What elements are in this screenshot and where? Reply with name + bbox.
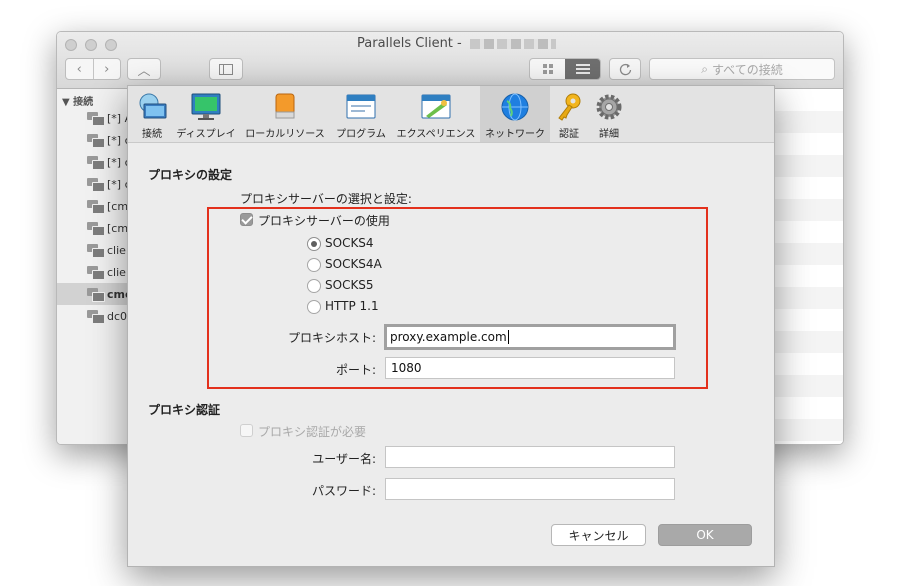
- tab-program-label: プログラム: [336, 129, 386, 140]
- key-icon: [558, 93, 581, 121]
- local-resources-icon: [275, 93, 295, 119]
- sidebar-connection-item[interactable]: [cm: [87, 195, 129, 217]
- tab-program[interactable]: プログラム: [330, 86, 392, 142]
- connection-label: clie: [107, 265, 126, 279]
- gear-icon: [596, 94, 622, 120]
- tab-local-resources-label: ローカルリソース: [245, 129, 325, 140]
- tab-experience-label: エクスペリエンス: [396, 129, 476, 140]
- sidebar-connection-item[interactable]: [*] c: [87, 129, 131, 151]
- auth-required-label: プロキシ認証が必要: [258, 425, 367, 439]
- sidebar-connection-item[interactable]: [*] c: [87, 173, 131, 195]
- minimize-window-button[interactable]: [85, 39, 97, 51]
- nav-forward-button[interactable]: ›: [94, 62, 121, 77]
- window-titlebar: Parallels Client - ‹ › ︿ ⌕ すべての接続: [57, 32, 843, 89]
- tab-local-resources[interactable]: ローカルリソース: [240, 86, 330, 142]
- search-icon: ⌕: [701, 61, 709, 76]
- sidebar-icon: [219, 63, 233, 75]
- tab-experience[interactable]: エクスペリエンス: [392, 86, 480, 142]
- grid-view-button[interactable]: [530, 64, 565, 74]
- computer-icon: [87, 155, 105, 170]
- cancel-button[interactable]: キャンセル: [551, 524, 646, 546]
- toggle-sidebar-button[interactable]: [209, 58, 243, 80]
- network-globe-icon: [501, 93, 529, 121]
- grid-icon: [542, 64, 553, 74]
- nav-up-button[interactable]: ︿: [127, 58, 161, 80]
- tab-network-label: ネットワーク: [485, 129, 545, 140]
- search-input[interactable]: ⌕ すべての接続: [649, 58, 835, 80]
- connection-icon: [139, 93, 167, 119]
- password-input[interactable]: [385, 478, 675, 500]
- sidebar-connection-item[interactable]: [cm: [87, 217, 129, 239]
- display-icon: [191, 93, 221, 120]
- connection-label: dc0: [107, 309, 128, 323]
- sidebar-connection-item[interactable]: [*] A: [87, 107, 132, 129]
- sidebar-connection-item[interactable]: clie: [87, 239, 127, 261]
- window-title: Parallels Client -: [357, 36, 556, 51]
- tab-advanced[interactable]: 詳細: [588, 86, 630, 142]
- redacted-title-text: [469, 38, 556, 49]
- computer-icon: [87, 177, 105, 192]
- tab-authentication-label: 認証: [559, 129, 579, 140]
- computer-icon: [87, 309, 105, 324]
- tab-display[interactable]: ディスプレイ: [172, 86, 240, 142]
- tab-connection[interactable]: 接続: [132, 86, 172, 142]
- computer-icon: [87, 287, 105, 302]
- connection-label: clie: [107, 243, 126, 257]
- close-window-button[interactable]: [65, 39, 77, 51]
- tab-network[interactable]: ネットワーク: [480, 86, 550, 142]
- view-mode-segment: [529, 58, 601, 80]
- computer-icon: [87, 243, 105, 258]
- connection-label: [cm: [107, 221, 129, 235]
- up-chevron-icon: ︿: [137, 63, 151, 79]
- nav-back-forward: ‹ ›: [65, 58, 121, 80]
- computer-icon: [87, 111, 105, 126]
- zoom-window-button[interactable]: [105, 39, 117, 51]
- proxy-settings-title: プロキシの設定: [148, 168, 233, 182]
- search-placeholder: すべての接続: [712, 62, 783, 77]
- sidebar-connection-item[interactable]: dc0: [87, 305, 127, 327]
- connection-label: [cm: [107, 199, 129, 213]
- refresh-button[interactable]: [609, 58, 641, 80]
- connections-sidebar: ▼ 接続 [*] A [*] c [*] c [*] c [cm [cm cli…: [57, 89, 132, 444]
- experience-icon: [421, 94, 451, 119]
- sidebar-connection-item[interactable]: [*] c: [87, 151, 131, 173]
- tab-advanced-label: 詳細: [599, 129, 619, 140]
- proxy-select-label: プロキシサーバーの選択と設定:: [240, 192, 412, 206]
- computer-icon: [87, 133, 105, 148]
- computer-icon: [87, 199, 105, 214]
- username-input[interactable]: [385, 446, 675, 468]
- computer-icon: [87, 221, 105, 236]
- sidebar-connection-item[interactable]: clie: [87, 261, 127, 283]
- proxy-auth-title: プロキシ認証: [148, 403, 221, 417]
- highlight-annotation-box: [207, 207, 708, 389]
- program-icon: [346, 94, 376, 119]
- ok-button[interactable]: OK: [658, 524, 752, 546]
- tab-display-label: ディスプレイ: [176, 129, 236, 140]
- sidebar-connection-item-selected[interactable]: cmc: [57, 283, 132, 305]
- refresh-icon: [619, 63, 631, 75]
- tab-connection-label: 接続: [142, 129, 162, 140]
- tab-authentication[interactable]: 認証: [552, 86, 586, 142]
- list-icon: [575, 64, 590, 74]
- window-title-text: Parallels Client -: [357, 36, 466, 51]
- auth-required-checkbox[interactable]: [240, 424, 253, 437]
- sidebar-header-connections[interactable]: ▼ 接続: [62, 93, 93, 108]
- computer-icon: [87, 265, 105, 280]
- list-view-button[interactable]: [565, 59, 600, 79]
- username-label: ユーザー名:: [312, 452, 376, 466]
- nav-back-button[interactable]: ‹: [66, 62, 93, 77]
- settings-toolbar: 接続 ディスプレイ ローカルリソース プログラム エクスペリエンス ネットワーク…: [128, 86, 774, 143]
- password-label: パスワード:: [311, 484, 376, 498]
